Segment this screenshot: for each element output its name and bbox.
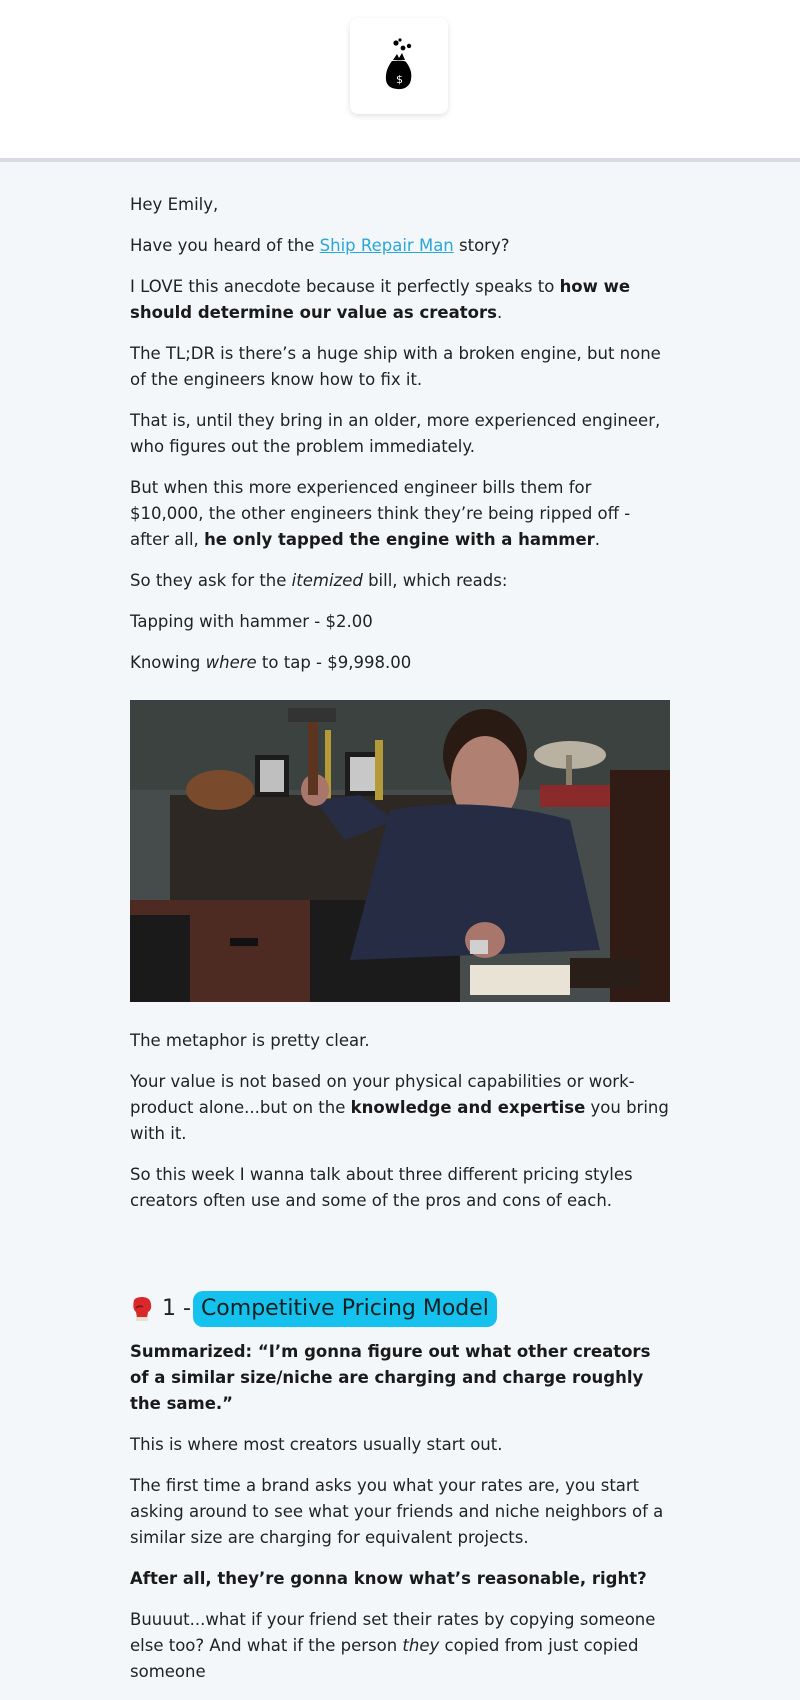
money-bag-icon: $ [385,38,412,90]
hammer-gif-image [130,700,670,1002]
bold-text: he only tapped the engine with a hammer [204,530,595,549]
bold-text: Summarized: “I’m gonna figure out what o… [130,1342,651,1413]
email-header: $ [0,0,800,162]
italic-text: they [402,1636,440,1655]
italic-text: where [205,653,257,672]
bill-line-2: Knowing where to tap - $9,998.00 [130,650,670,676]
text: Knowing [130,653,206,672]
svg-text:$: $ [396,73,403,86]
paragraph-1: Have you heard of the Ship Repair Man st… [130,233,670,259]
ship-repair-man-link[interactable]: Ship Repair Man [320,236,454,255]
section-1-summary: Summarized: “I’m gonna figure out what o… [130,1339,670,1417]
section-number: 1 - [162,1296,191,1321]
paragraph-5: But when this more experienced engineer … [130,475,670,553]
text: I LOVE this anecdote because it perfectl… [130,277,560,296]
text: Have you heard of the [130,236,320,255]
text: So they ask for the [130,571,292,590]
logo-card[interactable]: $ [350,18,448,114]
italic-text: itemized [291,571,363,590]
text: story? [453,236,510,255]
email-body: Hey Emily, Have you heard of the Ship Re… [130,192,670,1700]
paragraph-2: I LOVE this anecdote because it perfectl… [130,274,670,326]
bold-text: knowledge and expertise [350,1098,586,1117]
section-1-paragraph-2: The first time a brand asks you what you… [130,1476,664,1547]
text: . [496,303,503,322]
paragraph-10: Your value is not based on your physical… [130,1069,670,1147]
text: to tap - $9,998.00 [256,653,412,672]
text: bill, which reads: [362,571,508,590]
section-1-heading: 1 - Competitive Pricing Model [130,1291,670,1327]
paragraph-9: The metaphor is pretty clear. [130,1031,370,1050]
hammer-scene-illustration [130,700,670,1002]
text: . [594,530,601,549]
paragraph-4: That is, until they bring in an older, m… [130,411,661,456]
section-1-paragraph-1: This is where most creators usually star… [130,1435,503,1454]
paragraph-3: The TL;DR is there’s a huge ship with a … [130,344,661,389]
boxing-glove-icon [133,1297,152,1321]
paragraph-6: So they ask for the itemized bill, which… [130,568,670,594]
section-1-paragraph-3: After all, they’re gonna know what’s rea… [130,1566,670,1592]
bold-text: After all, they’re gonna know what’s rea… [130,1569,647,1588]
section-1-paragraph-4: Buuuut...what if your friend set their r… [130,1607,670,1685]
bill-line-1: Tapping with hammer - $2.00 [130,612,373,631]
greeting: Hey Emily, [130,195,219,214]
paragraph-11: So this week I wanna talk about three di… [130,1165,633,1210]
section-title-highlight: Competitive Pricing Model [192,1291,497,1327]
